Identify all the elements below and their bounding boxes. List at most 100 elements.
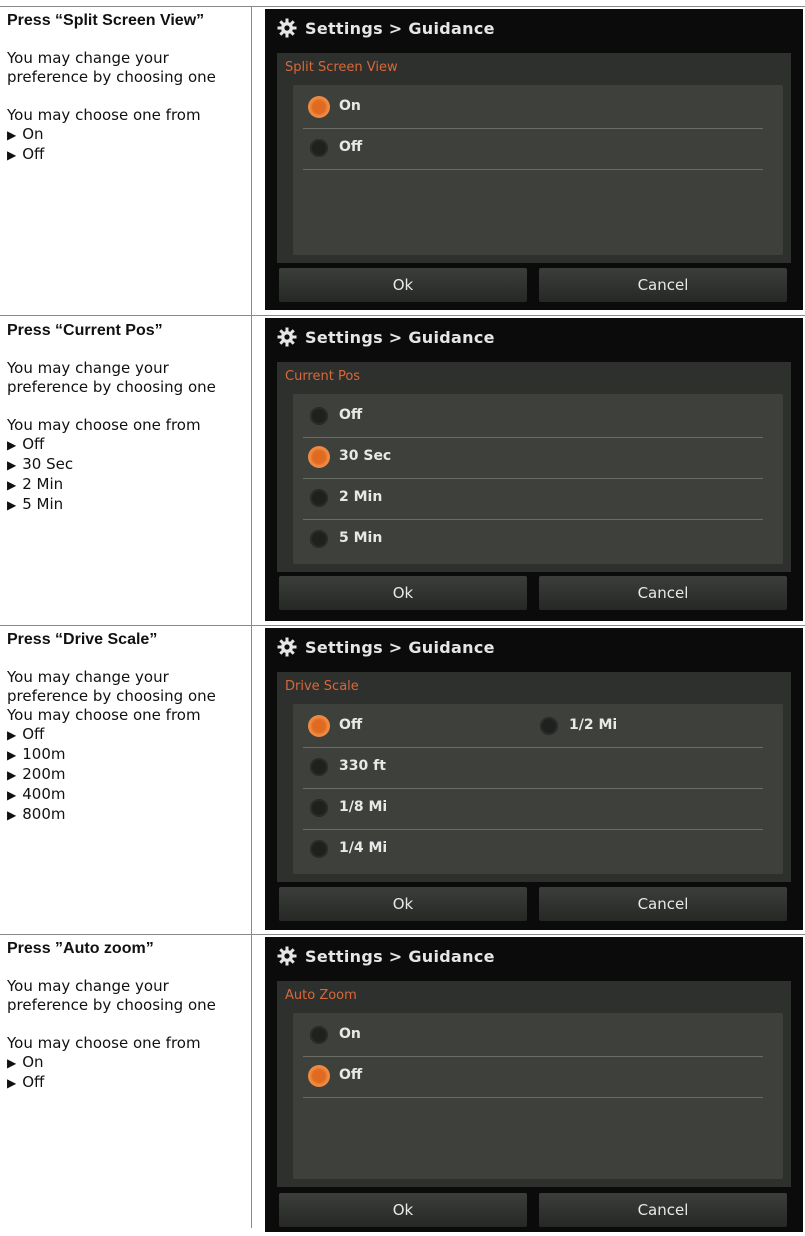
radio-icon[interactable] <box>540 717 558 735</box>
choice-item: ▶ Off <box>7 435 45 453</box>
screen-title: Settings > Guidance <box>305 328 495 347</box>
option-1-2-mi[interactable]: 1/2 Mi <box>523 706 768 746</box>
screen-title: Settings > Guidance <box>305 638 495 657</box>
triangle-bullet-icon: ▶ <box>7 498 17 512</box>
screen-header: Settings > Guidance <box>265 628 803 668</box>
cancel-button[interactable]: Cancel <box>539 268 787 302</box>
radio-icon[interactable] <box>310 717 328 735</box>
row-divider <box>0 625 805 626</box>
settings-screen-split-screen: Settings > Guidance Split Screen View On… <box>265 9 803 310</box>
choice-list: ▶ Off ▶ 30 Sec ▶ 2 Min ▶ 5 Min <box>7 435 245 515</box>
option-1-8-mi[interactable]: 1/8 Mi <box>293 788 783 828</box>
choice-item: ▶ 30 Sec <box>7 455 74 473</box>
instruction-desc: You may change your preference by choosi… <box>7 977 216 1014</box>
options-list: Off 1/2 Mi 330 ft 1/8 Mi 1/4 Mi <box>293 704 783 874</box>
cancel-button[interactable]: Cancel <box>539 887 787 921</box>
radio-icon[interactable] <box>310 448 328 466</box>
ok-button[interactable]: Ok <box>279 268 527 302</box>
choice-item: ▶ Off <box>7 1073 45 1091</box>
gear-icon <box>277 327 297 347</box>
settings-body: Current Pos Off 30 Sec 2 Min 5 Min <box>277 362 791 572</box>
option-label: 5 Min <box>339 530 383 546</box>
radio-icon[interactable] <box>310 799 328 817</box>
settings-body: Split Screen View On Off <box>277 53 791 263</box>
settings-body: Auto Zoom On Off <box>277 981 791 1187</box>
option-label: Off <box>339 407 363 423</box>
cancel-button[interactable]: Cancel <box>539 1193 787 1227</box>
section-label: Split Screen View <box>285 60 398 75</box>
instruction-title: Press “Split Screen View” <box>7 12 205 29</box>
cancel-button[interactable]: Cancel <box>539 576 787 610</box>
instruction-title: Press “Drive Scale” <box>7 631 158 648</box>
option-on[interactable]: On <box>293 1015 783 1055</box>
choice-item: ▶ On <box>7 1053 44 1071</box>
triangle-bullet-icon: ▶ <box>7 768 17 782</box>
radio-icon[interactable] <box>310 758 328 776</box>
settings-screen-drive-scale: Settings > Guidance Drive Scale Off 1/2 … <box>265 628 803 930</box>
options-list: On Off <box>293 85 783 255</box>
section-label: Drive Scale <box>285 679 359 694</box>
instruction-title: Press “Current Pos” <box>7 322 163 339</box>
options-list: On Off <box>293 1013 783 1179</box>
option-label: 2 Min <box>339 489 383 505</box>
triangle-bullet-icon: ▶ <box>7 788 17 802</box>
option-30-sec[interactable]: 30 Sec <box>293 437 783 477</box>
instruction-choose: You may choose one from <box>7 1034 201 1052</box>
option-label: On <box>339 98 361 114</box>
option-off[interactable]: Off <box>293 706 538 746</box>
choice-item: ▶ Off <box>7 145 45 163</box>
option-label: Off <box>339 1067 363 1083</box>
instruction-text-split-screen: Press “Split Screen View” You may change… <box>7 12 245 165</box>
options-list: Off 30 Sec 2 Min 5 Min <box>293 394 783 564</box>
radio-icon[interactable] <box>310 489 328 507</box>
option-label: Off <box>339 717 363 733</box>
radio-icon[interactable] <box>310 840 328 858</box>
option-label: Off <box>339 139 363 155</box>
option-1-4-mi[interactable]: 1/4 Mi <box>293 829 783 869</box>
radio-icon[interactable] <box>310 407 328 425</box>
radio-icon[interactable] <box>310 530 328 548</box>
option-label: On <box>339 1026 361 1042</box>
triangle-bullet-icon: ▶ <box>7 748 17 762</box>
instruction-choose: You may choose one from <box>7 706 201 724</box>
triangle-bullet-icon: ▶ <box>7 1056 17 1070</box>
instruction-desc: You may change your preference by choosi… <box>7 359 216 396</box>
option-330-ft[interactable]: 330 ft <box>293 747 783 787</box>
choice-item: ▶ Off <box>7 725 45 743</box>
ok-button[interactable]: Ok <box>279 887 527 921</box>
instruction-text-current-pos: Press “Current Pos” You may change your … <box>7 322 245 515</box>
option-label: 1/4 Mi <box>339 840 388 856</box>
option-off[interactable]: Off <box>293 396 783 436</box>
settings-screen-current-pos: Settings > Guidance Current Pos Off 30 S… <box>265 318 803 621</box>
choice-list: ▶ Off ▶ 100m ▶ 200m ▶ 400m ▶ 800m <box>7 725 245 825</box>
ok-button[interactable]: Ok <box>279 1193 527 1227</box>
triangle-bullet-icon: ▶ <box>7 458 17 472</box>
screen-title: Settings > Guidance <box>305 947 495 966</box>
instruction-desc: You may change your preference by choosi… <box>7 668 216 705</box>
radio-icon[interactable] <box>310 139 328 157</box>
ok-button[interactable]: Ok <box>279 576 527 610</box>
section-label: Auto Zoom <box>285 988 357 1003</box>
radio-icon[interactable] <box>310 98 328 116</box>
option-off[interactable]: Off <box>293 1056 783 1096</box>
option-divider <box>303 1097 763 1098</box>
option-on[interactable]: On <box>293 87 783 127</box>
instruction-text-auto-zoom: Press ”Auto zoom” You may change your pr… <box>7 940 245 1093</box>
instruction-desc: You may change your preference by choosi… <box>7 49 216 86</box>
option-label: 1/2 Mi <box>569 717 618 733</box>
triangle-bullet-icon: ▶ <box>7 148 17 162</box>
screen-header: Settings > Guidance <box>265 937 803 977</box>
option-divider <box>303 169 763 170</box>
option-5-min[interactable]: 5 Min <box>293 519 783 559</box>
choice-item: ▶ 100m <box>7 745 66 763</box>
triangle-bullet-icon: ▶ <box>7 438 17 452</box>
radio-icon[interactable] <box>310 1067 328 1085</box>
radio-icon[interactable] <box>310 1026 328 1044</box>
option-off[interactable]: Off <box>293 128 783 168</box>
option-2-min[interactable]: 2 Min <box>293 478 783 518</box>
choice-item: ▶ On <box>7 125 44 143</box>
choice-item: ▶ 400m <box>7 785 66 803</box>
triangle-bullet-icon: ▶ <box>7 1076 17 1090</box>
column-divider <box>251 6 252 1228</box>
row-divider <box>0 315 805 316</box>
